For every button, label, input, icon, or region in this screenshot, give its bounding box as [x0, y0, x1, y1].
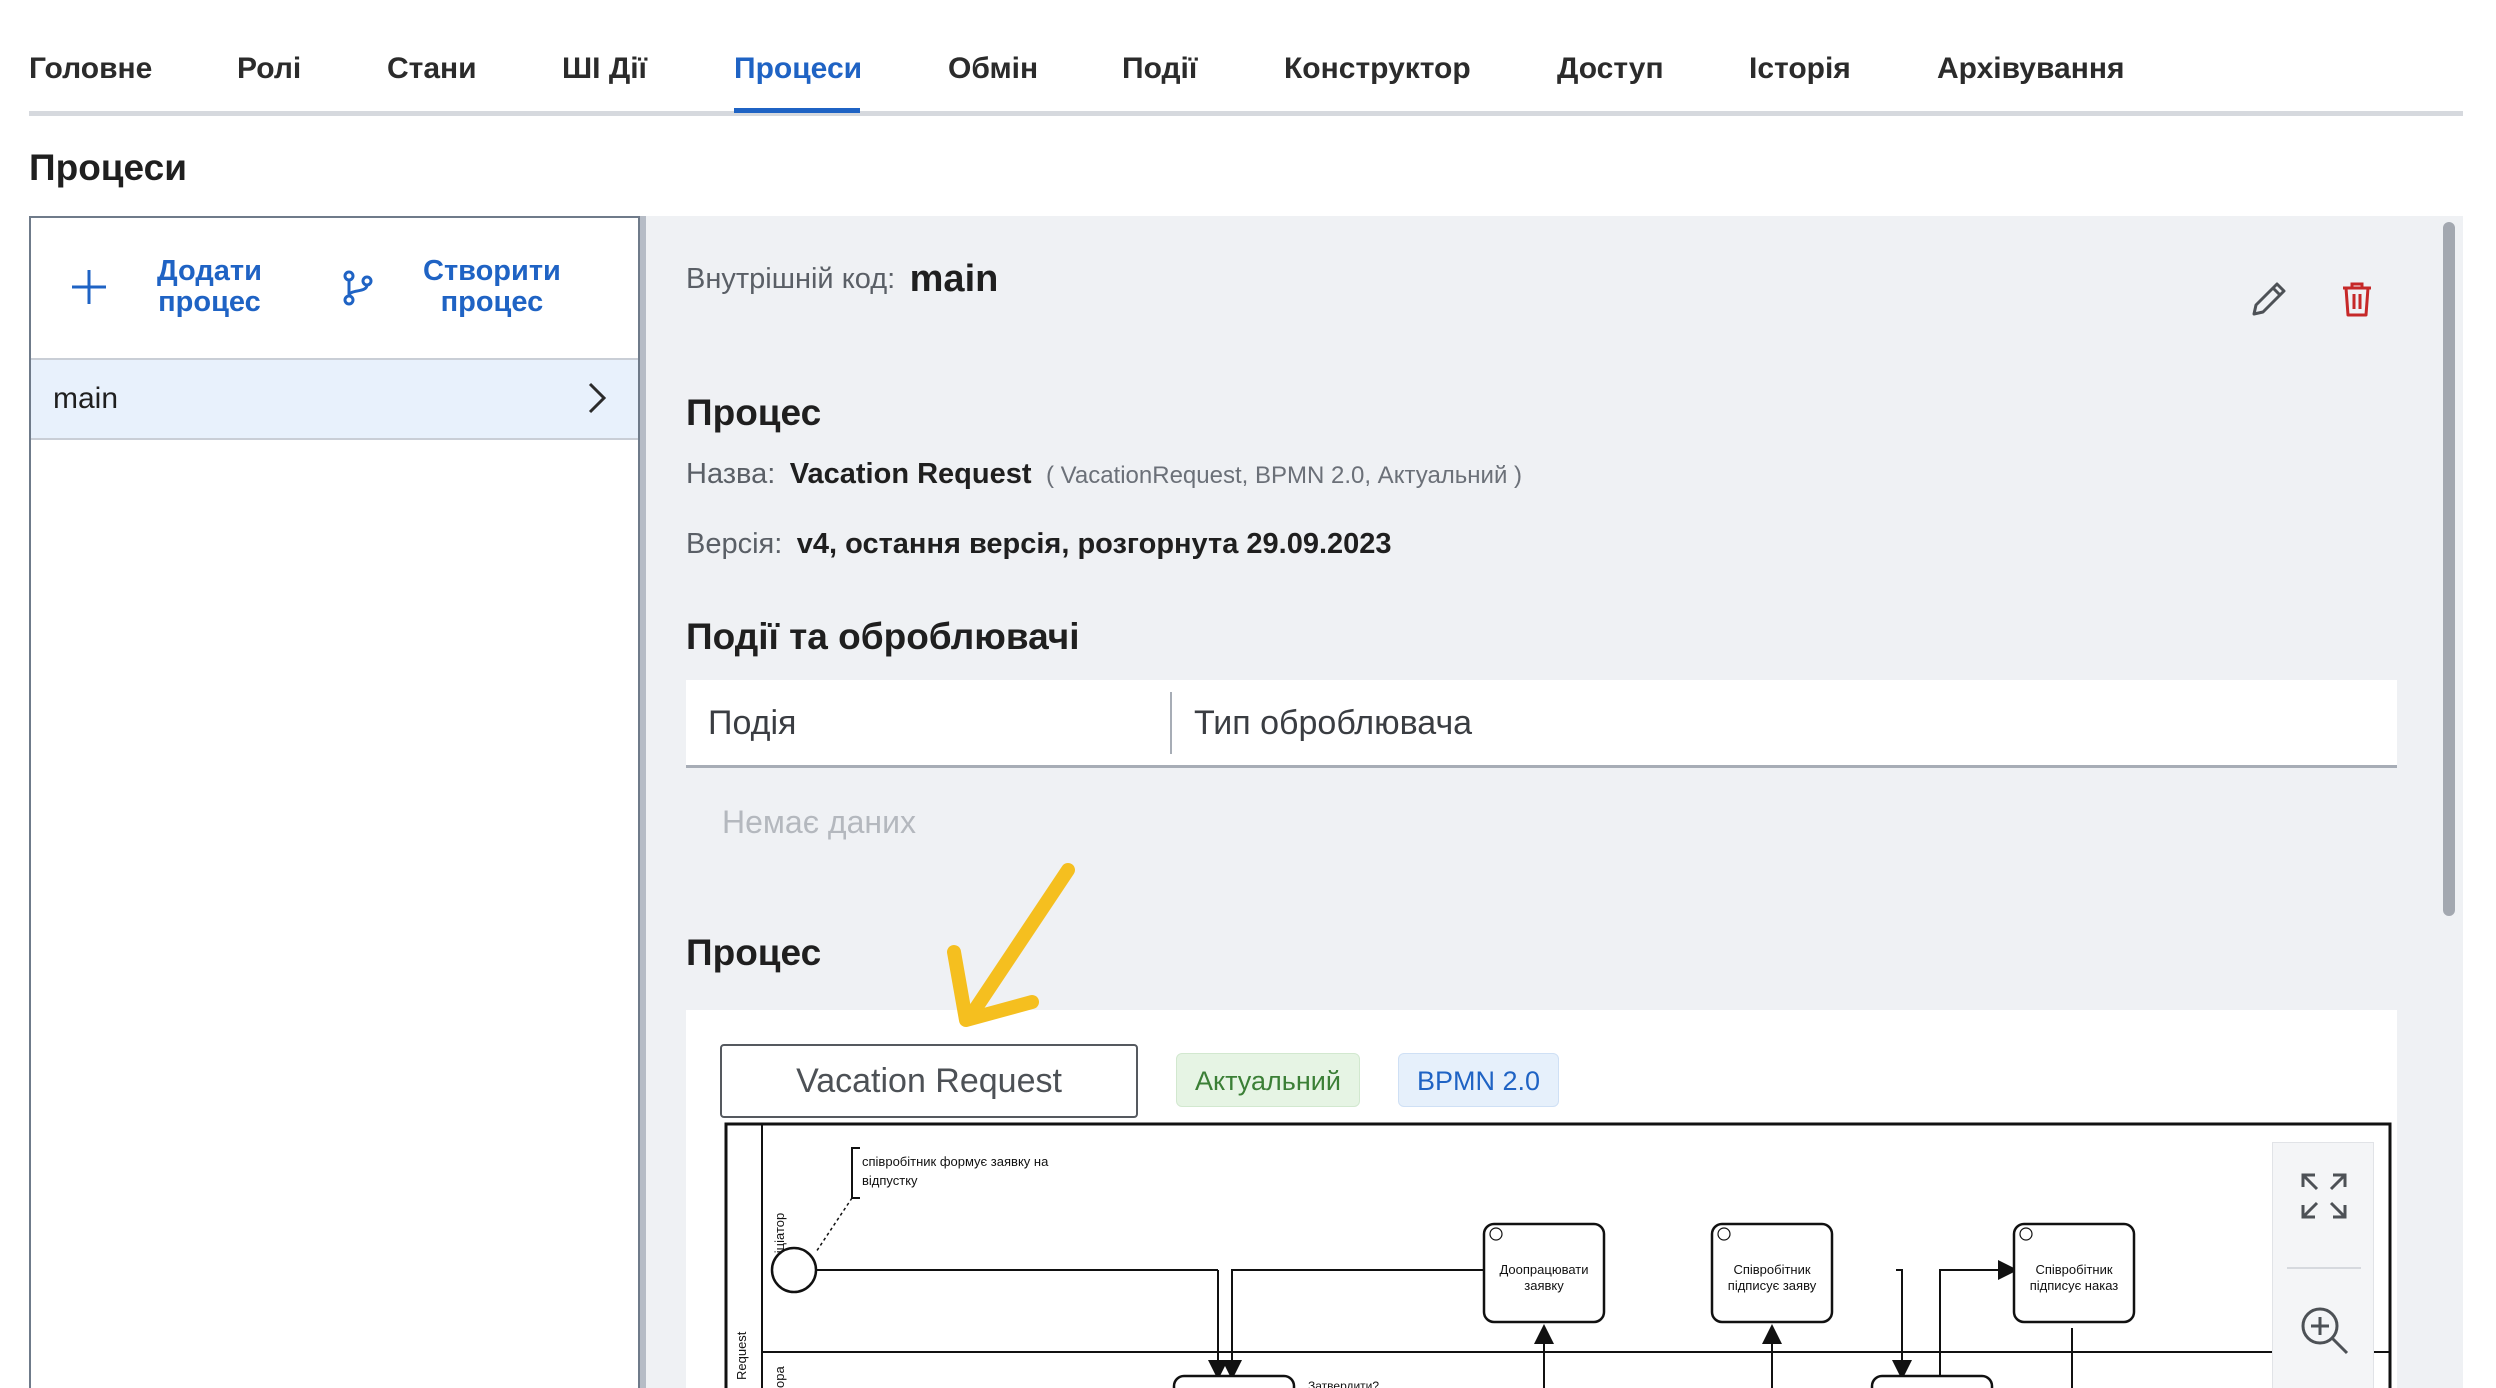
events-table-header: Подія Тип оброблювача: [686, 680, 2397, 768]
column-divider[interactable]: [1170, 692, 1172, 754]
process-item-label: main: [53, 382, 119, 415]
events-section-title: Події та оброблювачі: [686, 616, 1080, 657]
process-name-meta: ( VacationRequest, BPMN 2.0, Актуальний …: [1045, 462, 1523, 489]
svg-text:заявку: заявку: [1524, 1278, 1564, 1293]
add-process-label: Додати процес: [157, 255, 262, 318]
svg-text:Співробітник: Співробітник: [1733, 1262, 1810, 1277]
diagram-name-box: Vacation Request: [720, 1044, 1138, 1118]
tab-access[interactable]: Доступ: [1557, 52, 1664, 86]
process-version-value: v4, остання версія, розгорнута 29.09.202…: [796, 528, 1392, 560]
trash-icon[interactable]: [2334, 276, 2380, 322]
diagram-section-title: Процес: [686, 932, 822, 973]
annotation-bracket: [851, 1147, 860, 1199]
tab-archiving[interactable]: Архівування: [1937, 52, 2124, 86]
tab-ai-actions[interactable]: ШІ Дії: [562, 52, 647, 86]
column-event[interactable]: Подія: [708, 704, 796, 743]
tab-processes[interactable]: Процеси: [734, 52, 862, 86]
tab-states[interactable]: Стани: [387, 52, 477, 86]
bpmn-diagram[interactable]: Request Ініціатор ора співробітник форму…: [722, 1122, 2394, 1388]
svg-text:підписує заяву: підписує заяву: [1728, 1278, 1817, 1293]
task-approve: [1172, 1374, 1296, 1388]
tab-history[interactable]: Історія: [1749, 52, 1851, 86]
add-process-button[interactable]: Додати процес: [69, 256, 262, 318]
detail-scrollbar[interactable]: [2443, 222, 2455, 916]
annotation-text-2: відпустку: [862, 1173, 918, 1188]
tab-constructor[interactable]: Конструктор: [1284, 52, 1471, 86]
expand-icon[interactable]: [2297, 1169, 2351, 1223]
process-list-toolbar: Додати процес Створити процес: [31, 218, 638, 360]
process-list-item[interactable]: main: [31, 360, 638, 440]
svg-text:підписує наказ: підписує наказ: [2030, 1278, 2119, 1293]
diagram-zoom-controls: [2272, 1142, 2374, 1388]
events-empty-state: Немає даних: [722, 804, 916, 840]
flow-sign-2: [1939, 1260, 2018, 1376]
annotation-connector: [815, 1197, 853, 1253]
process-name-row: Назва: Vacation Request ( VacationReques…: [686, 458, 1522, 491]
start-event: [770, 1246, 818, 1294]
tab-roles[interactable]: Ролі: [237, 52, 301, 86]
process-version-label: Версія:: [686, 528, 783, 560]
branch-icon: [343, 270, 373, 306]
process-name-value: Vacation Request: [789, 458, 1032, 490]
create-process-label: Створити процес: [423, 255, 561, 318]
gateway-label: Затвердити?: [1308, 1379, 1379, 1388]
annotation-text-1: співробітник формує заявку на: [862, 1154, 1049, 1169]
pencil-icon[interactable]: [2246, 276, 2292, 322]
task-order: [1870, 1374, 1994, 1388]
internal-code: Внутрішній код: main: [686, 258, 998, 301]
svg-text:Співробітник: Співробітник: [2035, 1262, 2112, 1277]
chevron-right-icon: [588, 382, 607, 414]
format-badge: BPMN 2.0: [1398, 1053, 1560, 1107]
page-title: Процеси: [29, 147, 187, 188]
status-badge: Актуальний: [1176, 1053, 1360, 1107]
internal-code-label: Внутрішній код:: [686, 263, 896, 295]
zoom-separator: [2287, 1267, 2361, 1269]
highlight-arrow-icon: [947, 863, 1075, 1027]
zoom-in-icon[interactable]: [2297, 1303, 2351, 1357]
flow-sign-1: [1892, 1269, 1912, 1380]
tab-events[interactable]: Події: [1122, 52, 1197, 86]
internal-code-value: main: [909, 258, 999, 300]
create-process-button[interactable]: Створити процес: [337, 256, 561, 318]
process-list-panel: Додати процес Створити процес main: [29, 216, 640, 1388]
process-version-row: Версія: v4, остання версія, розгорнута 2…: [686, 528, 1392, 561]
process-name-label: Назва:: [686, 458, 776, 490]
plus-icon: [72, 270, 106, 304]
tab-exchange[interactable]: Обмін: [948, 52, 1038, 86]
lane-approver-label: ора: [772, 1366, 787, 1388]
main-tabs: Головне Ролі Стани ШІ Дії Процеси Обмін …: [29, 0, 2463, 116]
process-section-title: Процес: [686, 392, 822, 433]
tab-home[interactable]: Головне: [29, 52, 152, 86]
pool-label: Request: [734, 1331, 749, 1380]
column-handler-type[interactable]: Тип оброблювача: [1194, 704, 1472, 743]
active-tab-indicator: [734, 108, 860, 113]
svg-text:Доопрацювати: Доопрацювати: [1499, 1262, 1588, 1277]
